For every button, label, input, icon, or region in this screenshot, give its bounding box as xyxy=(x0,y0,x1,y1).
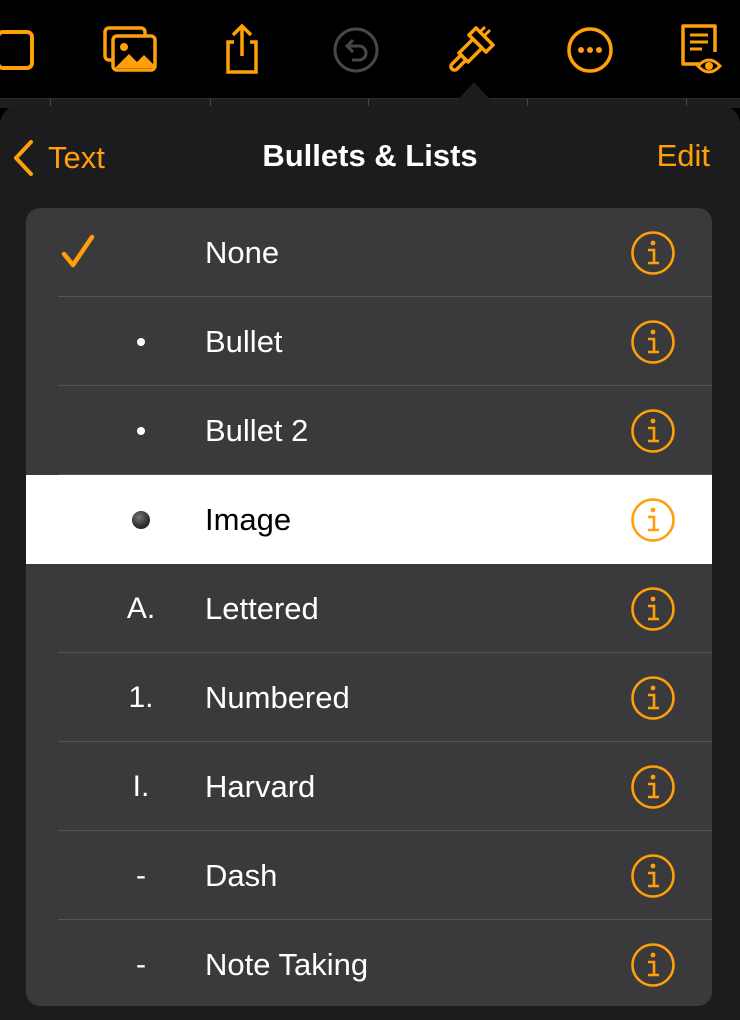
list-item-label: Bullet xyxy=(205,324,283,359)
info-icon[interactable] xyxy=(630,230,676,276)
list-item-dash[interactable]: - Dash xyxy=(26,831,712,920)
list-item-label: Dash xyxy=(205,858,278,893)
reader-view-icon[interactable] xyxy=(674,22,730,78)
list-marker: A. xyxy=(126,591,156,625)
list-marker: 1. xyxy=(128,680,154,714)
image-bullet-marker xyxy=(106,475,176,564)
media-icon[interactable] xyxy=(102,22,158,78)
info-icon[interactable] xyxy=(630,586,676,632)
checkmark-icon xyxy=(61,234,95,268)
list-item-label: Harvard xyxy=(205,769,316,804)
info-icon[interactable] xyxy=(630,675,676,721)
info-icon[interactable] xyxy=(630,764,676,810)
list-item-label: Note Taking xyxy=(205,947,369,982)
bullet-marker xyxy=(106,297,176,386)
info-icon[interactable] xyxy=(630,319,676,365)
list-item-label: Image xyxy=(205,502,292,537)
popover-arrow xyxy=(452,82,496,106)
list-item-bullet[interactable]: Bullet xyxy=(26,297,712,386)
list-item-label: None xyxy=(205,235,280,270)
info-icon[interactable] xyxy=(630,853,676,899)
list-item-label: Bullet 2 xyxy=(205,413,309,448)
edit-button[interactable]: Edit xyxy=(657,138,710,174)
list-marker: - xyxy=(136,947,146,981)
list-item-note-taking[interactable]: - Note Taking xyxy=(26,920,712,1006)
toolbar xyxy=(0,0,740,98)
list-marker: - xyxy=(136,858,146,892)
list-style-list: None Bullet Bullet 2 Image A. Lettered 1… xyxy=(26,208,712,1006)
list-item-lettered[interactable]: A. Lettered xyxy=(26,564,712,653)
list-item-image[interactable]: Image xyxy=(26,475,712,564)
info-icon[interactable] xyxy=(630,942,676,988)
list-item-numbered[interactable]: 1. Numbered xyxy=(26,653,712,742)
info-icon[interactable] xyxy=(630,408,676,454)
list-item-bullet-2[interactable]: Bullet 2 xyxy=(26,386,712,475)
bullets-lists-popover: Text Bullets & Lists Edit None Bullet Bu… xyxy=(0,106,740,1020)
list-item-harvard[interactable]: I. Harvard xyxy=(26,742,712,831)
pages-icon[interactable] xyxy=(0,22,40,78)
info-icon[interactable] xyxy=(630,497,676,543)
share-icon[interactable] xyxy=(214,22,270,78)
list-item-none[interactable]: None xyxy=(26,208,712,297)
bullet-marker xyxy=(106,386,176,475)
popover-nav-bar: Text Bullets & Lists Edit xyxy=(0,106,740,210)
more-icon[interactable] xyxy=(562,22,618,78)
list-item-label: Numbered xyxy=(205,680,350,715)
popover-title: Bullets & Lists xyxy=(262,138,478,173)
format-brush-icon[interactable] xyxy=(446,22,502,78)
list-item-label: Lettered xyxy=(205,591,319,626)
undo-icon xyxy=(328,22,384,78)
list-marker: I. xyxy=(132,769,150,803)
